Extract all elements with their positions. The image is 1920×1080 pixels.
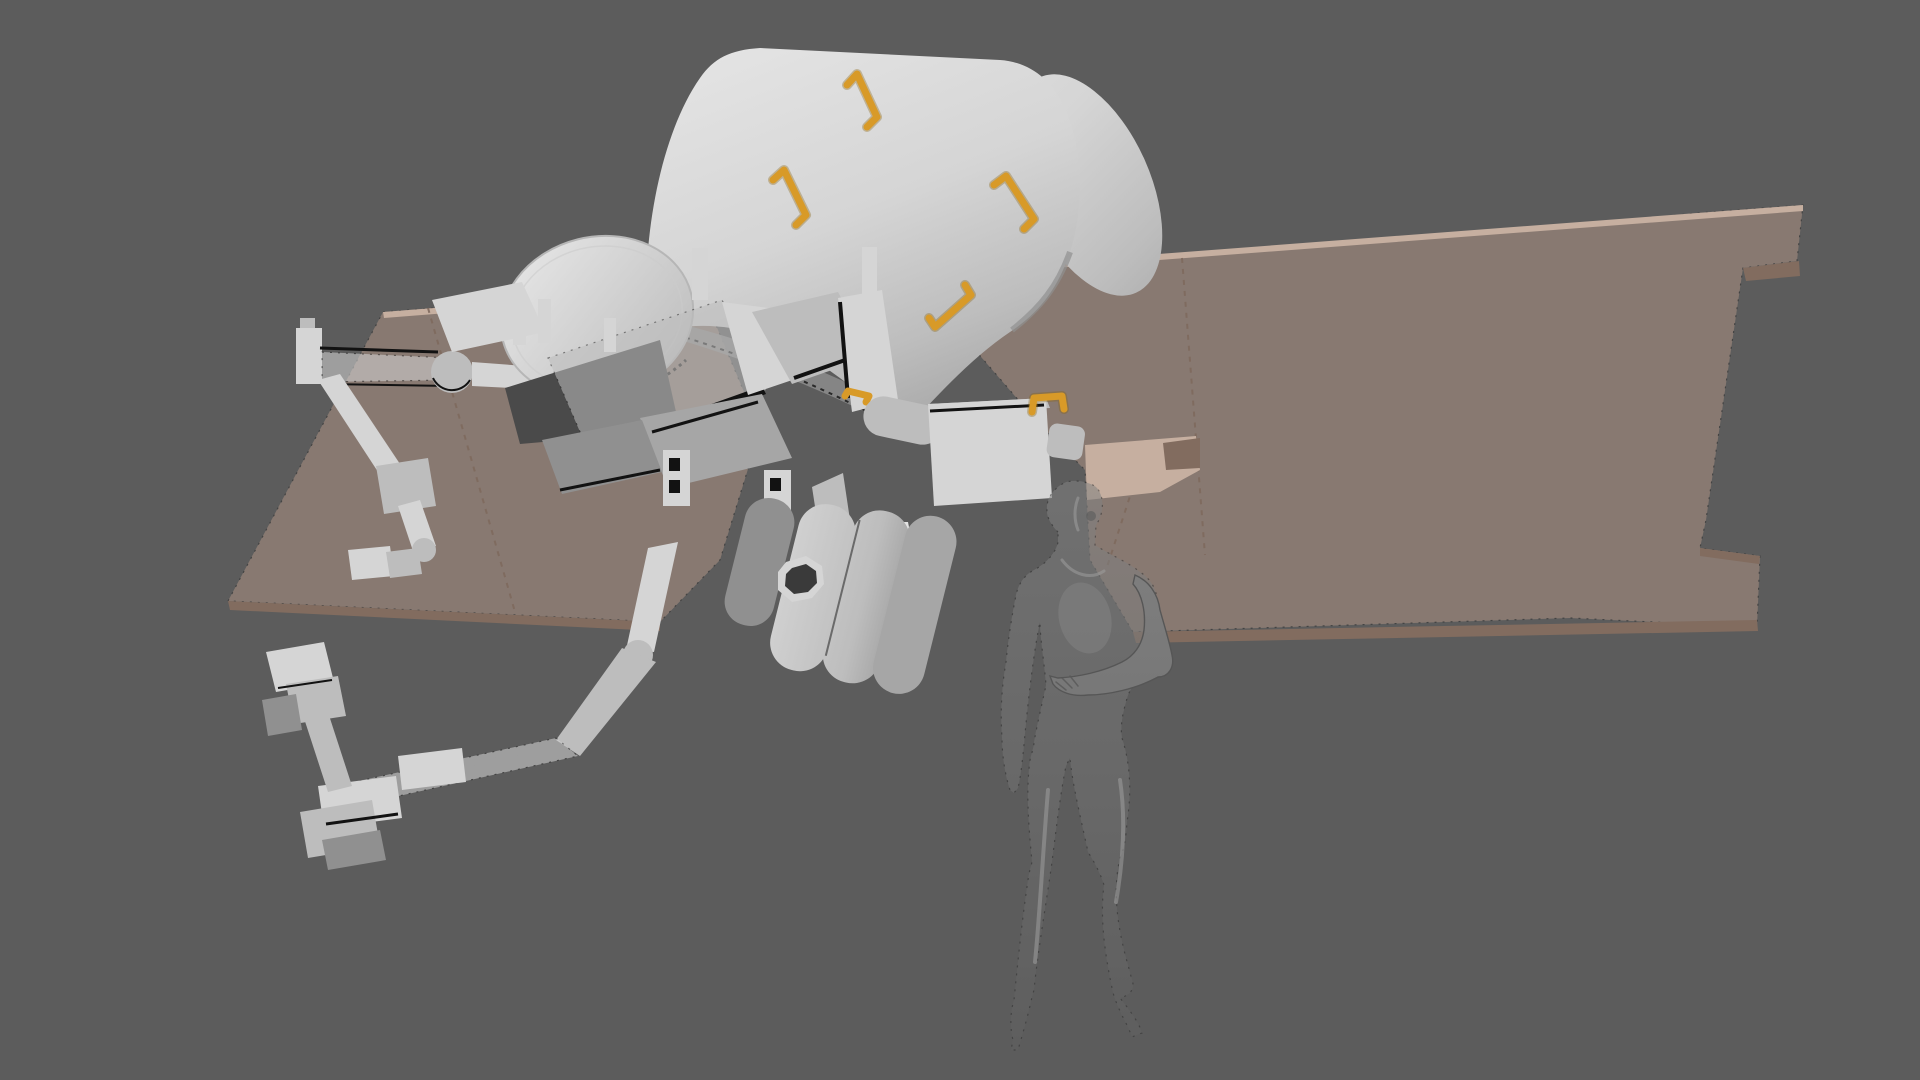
deck-post xyxy=(604,318,616,352)
ladder-notch xyxy=(669,480,680,493)
arm-ball-joint[interactable] xyxy=(431,351,473,393)
deck-post xyxy=(692,248,708,300)
deck-post xyxy=(538,299,551,343)
ladder-notch xyxy=(669,458,680,471)
ladder-notch xyxy=(770,478,781,491)
deck-minibox-2[interactable] xyxy=(386,548,422,578)
deck-post xyxy=(862,247,877,302)
panel-stub[interactable] xyxy=(1046,422,1086,461)
deck-minibox-1[interactable] xyxy=(348,546,394,580)
deck-post xyxy=(513,305,526,345)
viewport[interactable] xyxy=(0,0,1920,1080)
arm-end-bracket[interactable] xyxy=(296,328,322,384)
arm-gripper-box-3[interactable] xyxy=(262,694,302,736)
figure-ear xyxy=(1086,511,1096,521)
render-canvas[interactable] xyxy=(0,0,1920,1080)
solar-panel-hinge-shadow xyxy=(1163,438,1200,470)
